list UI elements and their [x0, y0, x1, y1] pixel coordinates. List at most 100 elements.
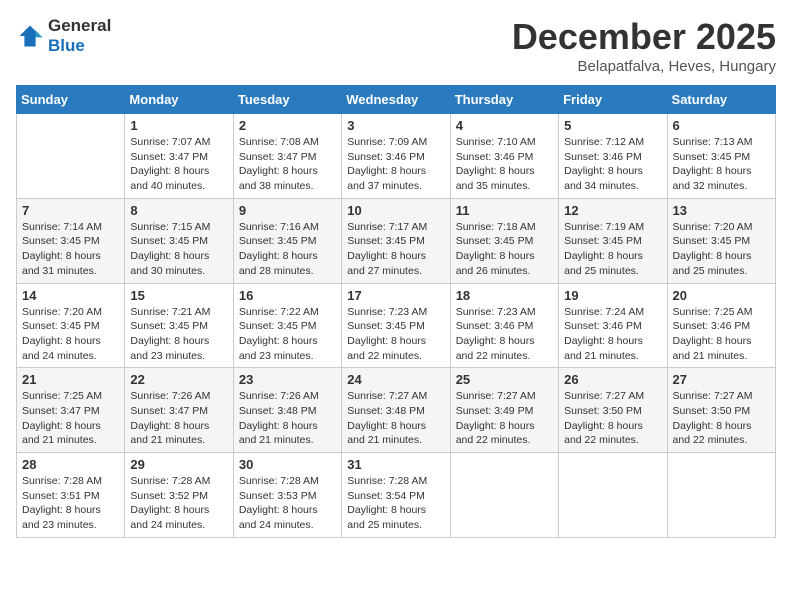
cell-info: Sunrise: 7:20 AM Sunset: 3:45 PM Dayligh… — [673, 220, 770, 279]
calendar-cell: 12 Sunrise: 7:19 AM Sunset: 3:45 PM Dayl… — [559, 198, 667, 283]
day-number: 28 — [22, 457, 119, 472]
sunrise-text: Sunrise: 7:25 AM — [22, 389, 119, 404]
sunset-text: Sunset: 3:47 PM — [22, 404, 119, 419]
daylight-text: Daylight: 8 hours and 25 minutes. — [347, 503, 444, 532]
calendar-cell: 14 Sunrise: 7:20 AM Sunset: 3:45 PM Dayl… — [17, 283, 125, 368]
daylight-text: Daylight: 8 hours and 35 minutes. — [456, 164, 553, 193]
daylight-text: Daylight: 8 hours and 40 minutes. — [130, 164, 227, 193]
sunrise-text: Sunrise: 7:19 AM — [564, 220, 661, 235]
sunrise-text: Sunrise: 7:10 AM — [456, 135, 553, 150]
sunrise-text: Sunrise: 7:20 AM — [22, 305, 119, 320]
sunset-text: Sunset: 3:45 PM — [564, 234, 661, 249]
day-number: 27 — [673, 372, 770, 387]
cell-info: Sunrise: 7:28 AM Sunset: 3:54 PM Dayligh… — [347, 474, 444, 533]
cell-info: Sunrise: 7:26 AM Sunset: 3:47 PM Dayligh… — [130, 389, 227, 448]
cell-info: Sunrise: 7:09 AM Sunset: 3:46 PM Dayligh… — [347, 135, 444, 194]
title-area: December 2025 Belapatfalva, Heves, Hunga… — [512, 16, 776, 75]
day-headers-row: SundayMondayTuesdayWednesdayThursdayFrid… — [17, 86, 776, 114]
sunrise-text: Sunrise: 7:27 AM — [347, 389, 444, 404]
day-number: 10 — [347, 203, 444, 218]
calendar-cell: 11 Sunrise: 7:18 AM Sunset: 3:45 PM Dayl… — [450, 198, 558, 283]
cell-info: Sunrise: 7:26 AM Sunset: 3:48 PM Dayligh… — [239, 389, 336, 448]
sunrise-text: Sunrise: 7:27 AM — [673, 389, 770, 404]
sunrise-text: Sunrise: 7:16 AM — [239, 220, 336, 235]
calendar-cell: 26 Sunrise: 7:27 AM Sunset: 3:50 PM Dayl… — [559, 368, 667, 453]
cell-info: Sunrise: 7:27 AM Sunset: 3:49 PM Dayligh… — [456, 389, 553, 448]
daylight-text: Daylight: 8 hours and 37 minutes. — [347, 164, 444, 193]
sunrise-text: Sunrise: 7:26 AM — [130, 389, 227, 404]
cell-info: Sunrise: 7:28 AM Sunset: 3:52 PM Dayligh… — [130, 474, 227, 533]
daylight-text: Daylight: 8 hours and 28 minutes. — [239, 249, 336, 278]
calendar-cell: 19 Sunrise: 7:24 AM Sunset: 3:46 PM Dayl… — [559, 283, 667, 368]
day-number: 30 — [239, 457, 336, 472]
sunrise-text: Sunrise: 7:28 AM — [347, 474, 444, 489]
cell-info: Sunrise: 7:25 AM Sunset: 3:46 PM Dayligh… — [673, 305, 770, 364]
sunset-text: Sunset: 3:52 PM — [130, 489, 227, 504]
cell-info: Sunrise: 7:27 AM Sunset: 3:48 PM Dayligh… — [347, 389, 444, 448]
daylight-text: Daylight: 8 hours and 25 minutes. — [673, 249, 770, 278]
day-number: 24 — [347, 372, 444, 387]
daylight-text: Daylight: 8 hours and 22 minutes. — [564, 419, 661, 448]
sunrise-text: Sunrise: 7:28 AM — [22, 474, 119, 489]
daylight-text: Daylight: 8 hours and 32 minutes. — [673, 164, 770, 193]
daylight-text: Daylight: 8 hours and 23 minutes. — [130, 334, 227, 363]
sunset-text: Sunset: 3:45 PM — [347, 234, 444, 249]
day-number: 1 — [130, 118, 227, 133]
sunrise-text: Sunrise: 7:13 AM — [673, 135, 770, 150]
day-header-monday: Monday — [125, 86, 233, 114]
logo-general: General — [48, 16, 111, 35]
day-number: 7 — [22, 203, 119, 218]
sunrise-text: Sunrise: 7:18 AM — [456, 220, 553, 235]
day-header-tuesday: Tuesday — [233, 86, 341, 114]
sunrise-text: Sunrise: 7:20 AM — [673, 220, 770, 235]
cell-info: Sunrise: 7:23 AM Sunset: 3:46 PM Dayligh… — [456, 305, 553, 364]
day-header-saturday: Saturday — [667, 86, 775, 114]
calendar-cell: 9 Sunrise: 7:16 AM Sunset: 3:45 PM Dayli… — [233, 198, 341, 283]
sunset-text: Sunset: 3:45 PM — [239, 319, 336, 334]
sunset-text: Sunset: 3:46 PM — [673, 319, 770, 334]
sunrise-text: Sunrise: 7:12 AM — [564, 135, 661, 150]
daylight-text: Daylight: 8 hours and 27 minutes. — [347, 249, 444, 278]
calendar-cell — [450, 453, 558, 538]
logo: General Blue — [16, 16, 111, 56]
calendar-cell — [667, 453, 775, 538]
day-header-thursday: Thursday — [450, 86, 558, 114]
daylight-text: Daylight: 8 hours and 21 minutes. — [564, 334, 661, 363]
calendar-cell: 31 Sunrise: 7:28 AM Sunset: 3:54 PM Dayl… — [342, 453, 450, 538]
day-header-friday: Friday — [559, 86, 667, 114]
day-number: 23 — [239, 372, 336, 387]
sunrise-text: Sunrise: 7:22 AM — [239, 305, 336, 320]
day-number: 6 — [673, 118, 770, 133]
calendar-cell: 20 Sunrise: 7:25 AM Sunset: 3:46 PM Dayl… — [667, 283, 775, 368]
day-number: 12 — [564, 203, 661, 218]
daylight-text: Daylight: 8 hours and 23 minutes. — [239, 334, 336, 363]
calendar-cell: 22 Sunrise: 7:26 AM Sunset: 3:47 PM Dayl… — [125, 368, 233, 453]
day-number: 4 — [456, 118, 553, 133]
calendar-cell: 7 Sunrise: 7:14 AM Sunset: 3:45 PM Dayli… — [17, 198, 125, 283]
sunset-text: Sunset: 3:46 PM — [564, 150, 661, 165]
daylight-text: Daylight: 8 hours and 38 minutes. — [239, 164, 336, 193]
sunrise-text: Sunrise: 7:27 AM — [564, 389, 661, 404]
daylight-text: Daylight: 8 hours and 21 minutes. — [673, 334, 770, 363]
cell-info: Sunrise: 7:20 AM Sunset: 3:45 PM Dayligh… — [22, 305, 119, 364]
calendar-cell: 3 Sunrise: 7:09 AM Sunset: 3:46 PM Dayli… — [342, 114, 450, 199]
day-number: 20 — [673, 288, 770, 303]
cell-info: Sunrise: 7:16 AM Sunset: 3:45 PM Dayligh… — [239, 220, 336, 279]
sunset-text: Sunset: 3:45 PM — [130, 234, 227, 249]
logo-icon — [16, 22, 44, 50]
sunrise-text: Sunrise: 7:28 AM — [130, 474, 227, 489]
calendar-cell: 29 Sunrise: 7:28 AM Sunset: 3:52 PM Dayl… — [125, 453, 233, 538]
calendar-cell: 28 Sunrise: 7:28 AM Sunset: 3:51 PM Dayl… — [17, 453, 125, 538]
calendar-cell: 25 Sunrise: 7:27 AM Sunset: 3:49 PM Dayl… — [450, 368, 558, 453]
header: General Blue December 2025 Belapatfalva,… — [16, 16, 776, 75]
daylight-text: Daylight: 8 hours and 24 minutes. — [130, 503, 227, 532]
sunset-text: Sunset: 3:45 PM — [130, 319, 227, 334]
day-number: 21 — [22, 372, 119, 387]
sunrise-text: Sunrise: 7:25 AM — [673, 305, 770, 320]
sunrise-text: Sunrise: 7:28 AM — [239, 474, 336, 489]
calendar-cell: 15 Sunrise: 7:21 AM Sunset: 3:45 PM Dayl… — [125, 283, 233, 368]
sunrise-text: Sunrise: 7:17 AM — [347, 220, 444, 235]
day-number: 22 — [130, 372, 227, 387]
daylight-text: Daylight: 8 hours and 25 minutes. — [564, 249, 661, 278]
subtitle: Belapatfalva, Heves, Hungary — [512, 58, 776, 75]
